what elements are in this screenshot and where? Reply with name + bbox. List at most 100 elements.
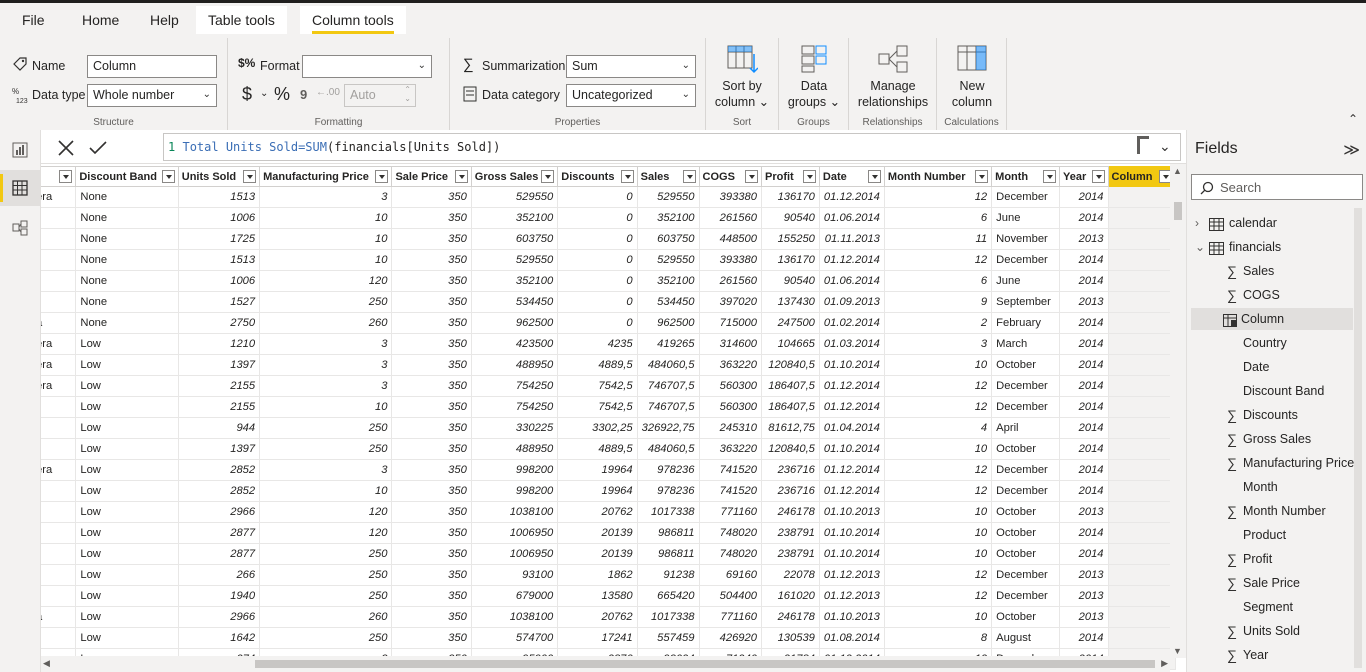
table-cell[interactable]: 120: [259, 522, 393, 544]
table-cell[interactable]: None: [75, 270, 179, 292]
table-cell[interactable]: [41, 585, 77, 607]
datatype-select[interactable]: Whole number ⌄: [87, 84, 217, 107]
table-cell[interactable]: 484060,5: [636, 354, 700, 376]
scroll-up-icon[interactable]: ▲: [1173, 166, 1182, 176]
table-cell[interactable]: [1107, 375, 1177, 397]
table-cell[interactable]: 261560: [698, 270, 762, 292]
table-cell[interactable]: 238791: [760, 543, 820, 565]
table-cell[interactable]: 350: [391, 207, 472, 229]
table-cell[interactable]: [1107, 228, 1177, 250]
table-cell[interactable]: 19964: [557, 459, 638, 481]
table-cell[interactable]: 2155: [177, 375, 261, 397]
currency-button[interactable]: $: [242, 84, 252, 105]
table-cell[interactable]: 314600: [698, 333, 762, 355]
table-cell[interactable]: 136170: [760, 186, 820, 208]
table-cell[interactable]: 423500: [470, 333, 559, 355]
table-cell[interactable]: 236716: [760, 480, 820, 502]
table-cell[interactable]: 2014: [1059, 522, 1109, 544]
table-cell[interactable]: 10: [883, 522, 993, 544]
column-filter-dropdown-icon[interactable]: [454, 170, 468, 183]
table-cell[interactable]: 2852: [177, 459, 261, 481]
table-cell[interactable]: February: [991, 312, 1061, 334]
table-cell[interactable]: 260: [259, 606, 393, 628]
table-cell[interactable]: 10: [259, 396, 393, 418]
table-cell[interactable]: 7542,5: [557, 396, 638, 418]
table-cell[interactable]: 3302,25: [557, 417, 638, 439]
column-filter-dropdown-icon[interactable]: [59, 170, 73, 183]
ribbon-collapse-icon[interactable]: ⌃: [1348, 112, 1358, 126]
table-cell[interactable]: 01.10.2013: [818, 606, 885, 628]
table-cell[interactable]: 978236: [636, 459, 700, 481]
table-cell[interactable]: 350: [391, 627, 472, 649]
table-cell[interactable]: 1940: [177, 585, 261, 607]
table-cell[interactable]: 1397: [177, 354, 261, 376]
table-cell[interactable]: [41, 522, 77, 544]
table-cell[interactable]: 529550: [636, 186, 700, 208]
table-cell[interactable]: 363220: [698, 354, 762, 376]
table-cell[interactable]: [41, 417, 77, 439]
table-cell[interactable]: 90540: [760, 207, 820, 229]
field-item[interactable]: ∑ Units Sold: [1193, 620, 1353, 642]
table-cell[interactable]: [41, 207, 77, 229]
table-cell[interactable]: 350: [391, 375, 472, 397]
table-cell[interactable]: 136170: [760, 249, 820, 271]
column-header[interactable]: Sale Price: [391, 166, 472, 187]
column-header[interactable]: Manufacturing Price: [259, 166, 393, 187]
table-cell[interactable]: Low: [75, 438, 179, 460]
table-cell[interactable]: [1107, 522, 1177, 544]
formula-cancel-button[interactable]: [51, 135, 81, 161]
table-cell[interactable]: 393380: [698, 186, 762, 208]
table-cell[interactable]: December: [991, 585, 1061, 607]
vertical-scroll-thumb[interactable]: [1174, 202, 1182, 220]
table-cell[interactable]: Low: [75, 354, 179, 376]
table-cell[interactable]: 2014: [1059, 543, 1109, 565]
table-cell[interactable]: [1107, 333, 1177, 355]
table-cell[interactable]: [1107, 564, 1177, 586]
table-cell[interactable]: 560300: [698, 396, 762, 418]
table-cell[interactable]: 2014: [1059, 627, 1109, 649]
table-cell[interactable]: 10: [259, 228, 393, 250]
table-cell[interactable]: 529550: [470, 186, 559, 208]
table-cell[interactable]: June: [991, 207, 1061, 229]
table-cell[interactable]: [1107, 501, 1177, 523]
table-cell[interactable]: 2014: [1059, 249, 1109, 271]
column-filter-dropdown-icon[interactable]: [802, 170, 816, 183]
table-cell[interactable]: 2013: [1059, 228, 1109, 250]
table-cell[interactable]: 484060,5: [636, 438, 700, 460]
column-header[interactable]: t: [41, 166, 77, 187]
table-cell[interactable]: October: [991, 543, 1061, 565]
table-cell[interactable]: 529550: [470, 249, 559, 271]
table-cell[interactable]: 1513: [177, 249, 261, 271]
table-cell[interactable]: 0: [557, 312, 638, 334]
column-filter-dropdown-icon[interactable]: [1091, 170, 1105, 183]
table-cell[interactable]: 350: [391, 249, 472, 271]
column-header[interactable]: Date: [818, 166, 885, 187]
column-header[interactable]: Month Number: [883, 166, 993, 187]
table-cell[interactable]: 266: [177, 564, 261, 586]
table-cell[interactable]: 2877: [177, 522, 261, 544]
table-cell[interactable]: None: [75, 249, 179, 271]
table-cell[interactable]: 01.12.2014: [818, 249, 885, 271]
table-cell[interactable]: [1107, 207, 1177, 229]
field-item[interactable]: Date: [1193, 356, 1353, 378]
table-cell[interactable]: 350: [391, 417, 472, 439]
table-cell[interactable]: 350: [391, 564, 472, 586]
table-cell[interactable]: 01.12.2014: [818, 186, 885, 208]
table-cell[interactable]: 22078: [760, 564, 820, 586]
table-cell[interactable]: 1006950: [470, 543, 559, 565]
table-cell[interactable]: 10: [259, 249, 393, 271]
table-cell[interactable]: October: [991, 438, 1061, 460]
table-cell[interactable]: 350: [391, 354, 472, 376]
table-cell[interactable]: 350: [391, 438, 472, 460]
table-cell[interactable]: 962500: [636, 312, 700, 334]
sort-by-column-button[interactable]: Sort by column ⌄: [710, 44, 774, 110]
table-cell[interactable]: 01.04.2014: [818, 417, 885, 439]
field-item[interactable]: Segment: [1193, 596, 1353, 618]
table-cell[interactable]: [41, 564, 77, 586]
table-cell[interactable]: 01.06.2014: [818, 207, 885, 229]
field-item[interactable]: Discount Band: [1193, 380, 1353, 402]
table-cell[interactable]: 741520: [698, 480, 762, 502]
formula-commit-button[interactable]: [83, 135, 113, 161]
table-cell[interactable]: 10: [883, 543, 993, 565]
table-cell[interactable]: 20762: [557, 606, 638, 628]
